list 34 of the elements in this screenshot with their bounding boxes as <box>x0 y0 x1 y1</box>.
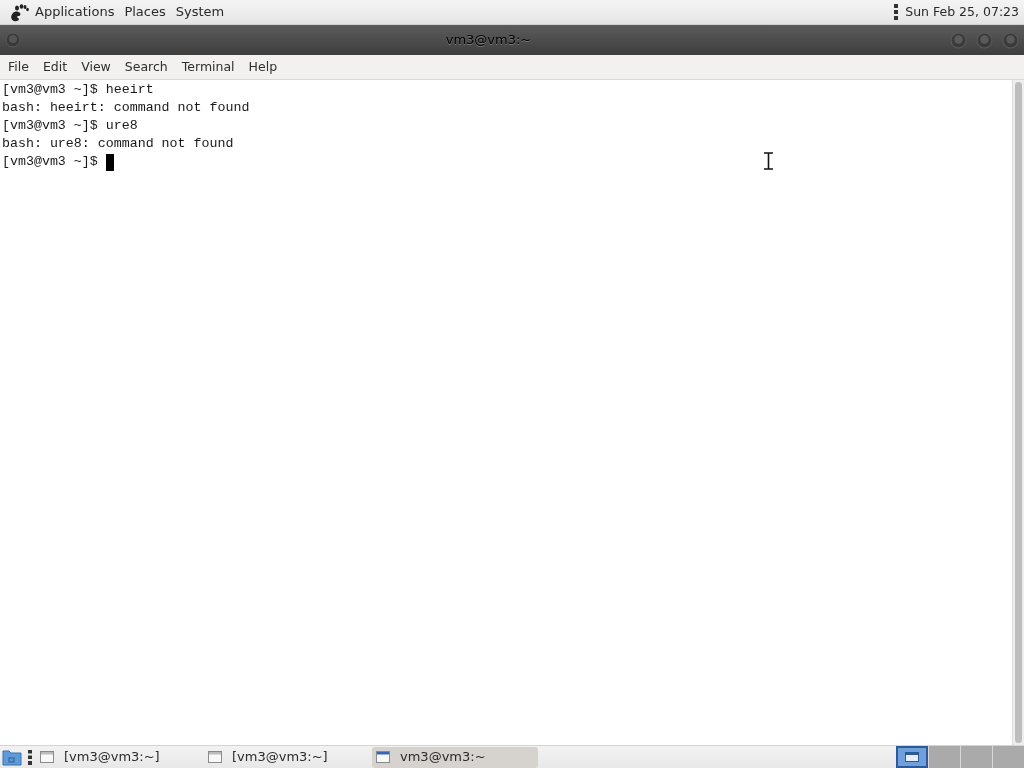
terminal-line: [vm3@vm3 ~]$ <box>2 153 98 171</box>
window-title: vm3@vm3:~ <box>445 31 532 50</box>
terminal-line: [vm3@vm3 ~]$ ure8 <box>2 117 138 135</box>
foot-logo-icon[interactable] <box>8 1 30 23</box>
folder-icon[interactable] <box>2 748 22 766</box>
handle-icon[interactable] <box>894 4 899 20</box>
clock[interactable]: Sun Feb 25, 07:23 <box>905 2 1019 22</box>
cursor-block-icon <box>105 153 114 171</box>
panel-menu[interactable]: Places <box>120 2 170 22</box>
panel-menu[interactable]: System <box>171 2 229 22</box>
menu-item[interactable]: Terminal <box>174 57 242 77</box>
terminal-line: bash: ure8: command not found <box>2 135 234 153</box>
window-button-icon[interactable] <box>1002 31 1019 49</box>
window-icon <box>208 751 222 763</box>
window-button-icon[interactable] <box>976 31 993 49</box>
menu-item[interactable]: View <box>74 57 118 77</box>
text-cursor-icon <box>763 152 774 170</box>
window-button-icon[interactable] <box>5 32 21 48</box>
workspace-tile[interactable] <box>896 746 928 768</box>
menu-item[interactable]: Search <box>117 57 175 77</box>
terminal-line: bash: heeirt: command not found <box>2 99 250 117</box>
taskbar-button[interactable]: vm3@vm3:~ <box>372 746 538 768</box>
panel-menu[interactable]: Applications <box>31 2 119 22</box>
window-icon <box>40 751 54 763</box>
window-icon <box>905 752 919 762</box>
window-icon <box>376 751 390 763</box>
taskbar-button[interactable]: [vm3@vm3:~] <box>36 746 202 768</box>
handle-icon[interactable] <box>28 749 32 765</box>
window-button-icon[interactable] <box>950 31 967 49</box>
menu-item[interactable]: Help <box>241 57 285 77</box>
menu-item[interactable]: File <box>1 57 36 77</box>
taskbar-button[interactable]: [vm3@vm3:~] <box>204 746 370 768</box>
menu-item[interactable]: Edit <box>35 57 75 77</box>
terminal-line: [vm3@vm3 ~]$ heeirt <box>2 81 154 99</box>
